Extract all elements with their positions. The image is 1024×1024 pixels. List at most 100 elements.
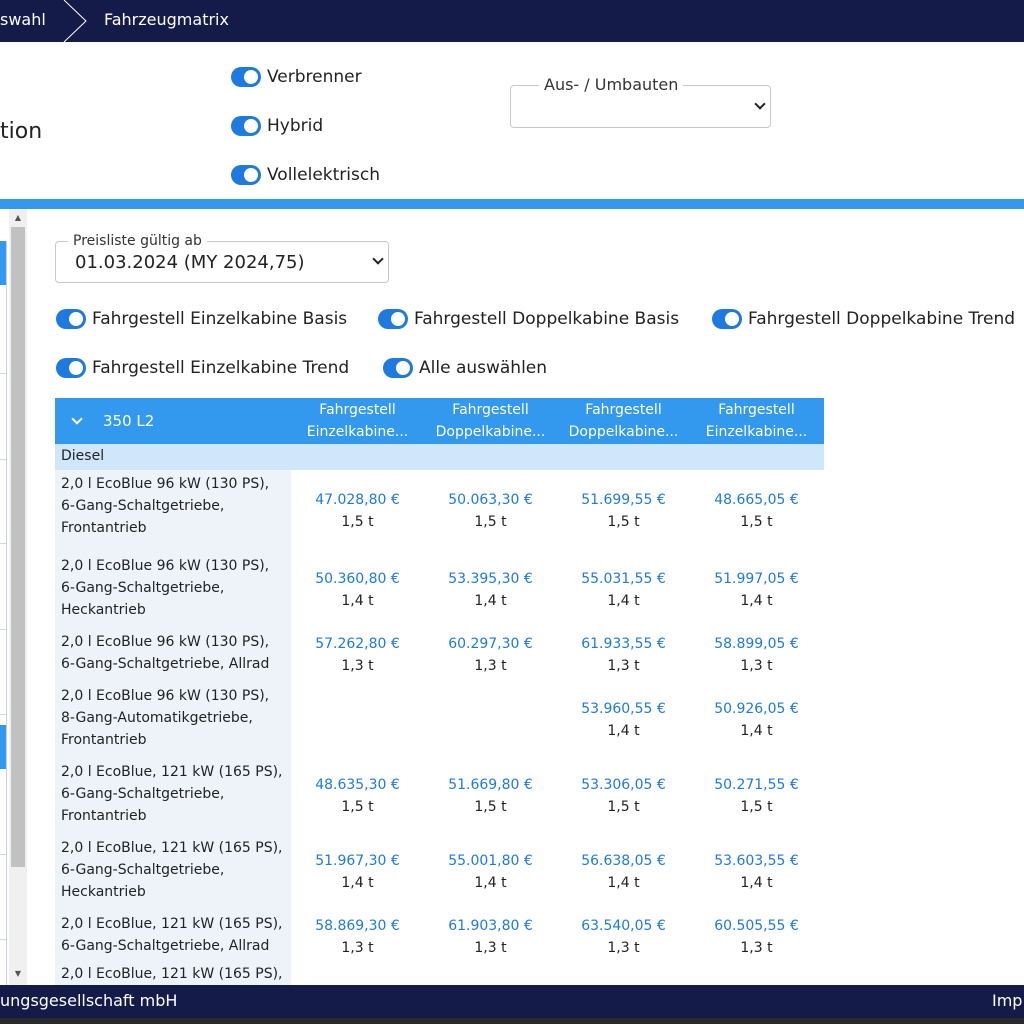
price-cell[interactable]: 50.360,80 € 1,4 t [291,552,424,628]
payload-value: 1,5 t [341,514,374,530]
toggle-switch-icon[interactable] [383,358,413,378]
price-value[interactable]: 51.997,05 € [714,568,799,590]
toggle-switch-icon[interactable] [231,165,261,185]
payload-value: 1,5 t [740,799,773,815]
price-value[interactable]: 48.665,05 € [714,489,799,511]
price-cell[interactable]: 58.899,05 € 1,3 t [690,628,823,682]
payload-value: 1,3 t [607,940,640,956]
price-cell[interactable]: 55.567,05 € [557,964,690,985]
price-value[interactable]: 51.967,30 € [315,850,400,872]
column-header[interactable]: Fahrgestell Einzelkabine... [690,398,823,444]
column-header[interactable]: Fahrgestell Einzelkabine... [291,398,424,444]
price-value[interactable]: 50.360,80 € [315,568,400,590]
price-cell[interactable]: 50.271,55 € 1,5 t [690,758,823,834]
column-header-line: Doppelkabine... [435,424,546,440]
price-value[interactable]: 55.001,80 € [448,850,533,872]
price-cell[interactable]: 47.028,80 € 1,5 t [291,470,424,552]
breadcrumb-previous[interactable]: swahl [0,10,46,29]
price-cell[interactable]: 61.933,55 € 1,3 t [557,628,690,682]
toggle-vollelektrisch[interactable]: Vollelektrisch [231,165,380,185]
price-value[interactable]: 50.926,05 € [714,698,799,720]
price-value[interactable]: 53.306,05 € [581,774,666,796]
price-value[interactable]: 63.540,05 € [581,915,666,937]
scroll-down-icon[interactable]: ▼ [13,969,23,979]
toggle-select-all[interactable]: Alle auswählen [383,358,547,378]
scrollbar-thumb[interactable] [11,227,25,867]
price-value[interactable]: 50.271,55 € [714,774,799,796]
price-cell[interactable]: 61.903,80 € 1,3 t [424,910,557,964]
toggle-doppelkabine-basis[interactable]: Fahrgestell Doppelkabine Basis [378,309,679,329]
toggle-switch-icon[interactable] [712,309,742,329]
price-cell[interactable]: 51.997,05 € 1,4 t [690,552,823,628]
breadcrumb-separator-icon [63,0,87,42]
column-header-line: Einzelkabine... [705,424,808,440]
price-cell[interactable]: 55.001,80 € 1,4 t [424,834,557,910]
price-value[interactable]: 51.669,80 € [448,774,533,796]
price-value[interactable]: 58.899,05 € [714,633,799,655]
price-value[interactable]: 48.635,30 € [315,774,400,796]
toggle-switch-icon[interactable] [231,116,261,136]
column-header[interactable]: Fahrgestell Doppelkabine... [557,398,690,444]
price-value[interactable]: 53.395,30 € [448,568,533,590]
toggle-doppelkabine-trend[interactable]: Fahrgestell Doppelkabine Trend [712,309,1015,329]
price-cell[interactable]: 57.262,80 € 1,3 t [291,628,424,682]
breadcrumb-current: Fahrzeugmatrix [104,10,229,29]
price-cell[interactable]: 51.669,80 € 1,5 t [424,758,557,834]
price-cell[interactable]: 60.505,55 € 1,3 t [690,910,823,964]
price-cell[interactable]: 50.063,30 € 1,5 t [424,470,557,552]
engine-label: 2,0 l EcoBlue 96 kW (130 PS), 8-Gang-Aut… [55,682,291,758]
price-cell[interactable]: 48.665,05 € 1,5 t [690,470,823,552]
price-value[interactable]: 60.505,55 € [714,915,799,937]
payload-value: 1,5 t [474,514,507,530]
price-cell[interactable]: 58.869,30 € 1,3 t [291,910,424,964]
price-value[interactable]: 51.699,55 € [581,489,666,511]
toggle-switch-icon[interactable] [56,309,86,329]
toggle-einzelkabine-basis[interactable]: Fahrgestell Einzelkabine Basis [56,309,347,329]
price-value[interactable]: 57.262,80 € [315,633,400,655]
price-cell[interactable]: 53.603,55 € 1,4 t [690,834,823,910]
column-header[interactable]: Fahrgestell Doppelkabine... [424,398,557,444]
footer-company: ungsgesellschaft mbH [0,991,178,1010]
price-cell[interactable]: 60.297,30 € 1,3 t [424,628,557,682]
price-cell[interactable]: 53.395,30 € 1,4 t [424,552,557,628]
price-cell[interactable]: 55.031,55 € 1,4 t [557,552,690,628]
price-cell[interactable]: 50.926,05 € 1,4 t [690,682,823,758]
price-value[interactable]: 53.603,55 € [714,850,799,872]
price-value[interactable]: 53.960,55 € [581,698,666,720]
price-cell[interactable]: 56.638,05 € 1,4 t [557,834,690,910]
price-cell[interactable]: 51.967,30 € 1,4 t [291,834,424,910]
table-row: 2,0 l EcoBlue, 121 kW (165 PS), 6-Gang-S… [55,758,824,834]
toggle-switch-icon[interactable] [378,309,408,329]
pricelist-value: 01.03.2024 (MY 2024,75) [75,252,305,273]
footer-imprint-link[interactable]: Imp [992,991,1022,1010]
group-toggle[interactable]: 350 L2 [55,398,291,444]
scroll-up-icon[interactable]: ▲ [13,213,23,223]
price-value[interactable]: 55.031,55 € [581,568,666,590]
price-value[interactable]: 47.028,80 € [315,489,400,511]
price-cell[interactable]: 48.635,30 € 1,5 t [291,758,424,834]
toggle-verbrenner[interactable]: Verbrenner [231,67,362,87]
price-cell[interactable]: 63.540,05 € 1,3 t [557,910,690,964]
price-value[interactable]: 58.869,30 € [315,915,400,937]
conversions-select[interactable]: Aus- / Umbauten [510,75,771,128]
toggle-einzelkabine-trend[interactable]: Fahrgestell Einzelkabine Trend [56,358,349,378]
price-value[interactable]: 60.297,30 € [448,633,533,655]
payload-value: 1,4 t [607,723,640,739]
footer: ungsgesellschaft mbH Imp [0,985,1024,1018]
table-row: 2,0 l EcoBlue 96 kW (130 PS), 6-Gang-Sch… [55,628,824,682]
toggle-switch-icon[interactable] [56,358,86,378]
price-cell[interactable]: 53.960,55 € 1,4 t [557,682,690,758]
price-cell[interactable]: 52.532,55 € [690,964,823,985]
price-value[interactable]: 50.063,30 € [448,489,533,511]
price-value[interactable]: 61.903,80 € [448,915,533,937]
price-cell[interactable]: 51.699,55 € 1,5 t [557,470,690,552]
price-cell[interactable]: 53.306,05 € 1,5 t [557,758,690,834]
price-value[interactable]: 56.638,05 € [581,850,666,872]
toggle-switch-icon[interactable] [231,67,261,87]
price-value[interactable]: 61.933,55 € [581,633,666,655]
payload-value: 1,5 t [341,799,374,815]
pricelist-select[interactable]: Preisliste gültig ab 01.03.2024 (MY 2024… [55,233,389,283]
main-content: Preisliste gültig ab 01.03.2024 (MY 2024… [28,209,1024,985]
payload-value: 1,4 t [341,593,374,609]
toggle-hybrid[interactable]: Hybrid [231,116,323,136]
